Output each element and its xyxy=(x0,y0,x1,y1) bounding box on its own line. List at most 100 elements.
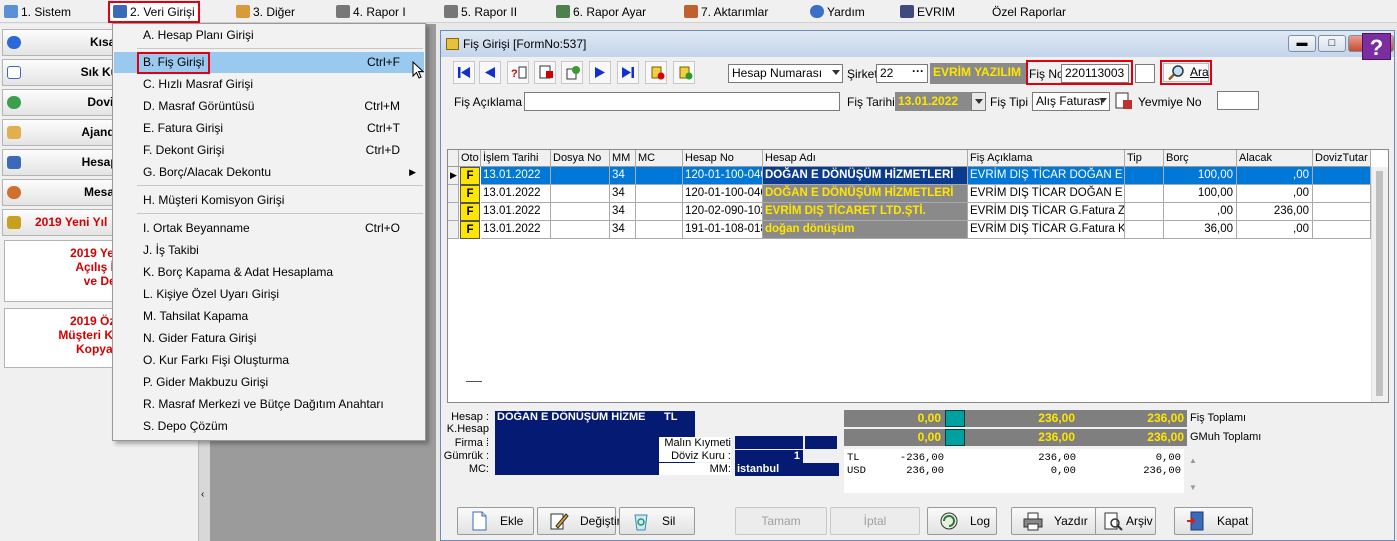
cell-hesap-adi[interactable]: DOĞAN E DÖNÜŞÜM HİZMETLERİ xyxy=(763,167,968,185)
cell-fis-aciklama[interactable]: EVRİM DIŞ TİCAR G.Fatura ZLF xyxy=(968,203,1125,221)
cell-tip[interactable] xyxy=(1125,167,1164,185)
table-row[interactable]: F 13.01.2022 34 120-01-100-040 DOĞAN E D… xyxy=(448,185,1371,203)
menu-item-gider-fatura[interactable]: N. Gider Fatura Girişi xyxy=(114,328,424,349)
fis-tipi-select[interactable]: Alış Faturası xyxy=(1032,92,1110,111)
cell-islem-tarihi[interactable]: 13.01.2022 xyxy=(481,167,551,185)
menu-rapor-2[interactable]: 5. Rapor II xyxy=(444,3,517,21)
menu-item-gider-makbuzu[interactable]: P. Gider Makbuzu Girişi xyxy=(114,372,424,393)
cell-hesap-no[interactable]: 120-02-090-102 xyxy=(683,203,763,221)
col-header-mc[interactable]: MC xyxy=(636,150,683,167)
menu-aktarimlar[interactable]: 7. Aktarımlar xyxy=(684,3,768,21)
search-field-select[interactable]: Hesap Numarası xyxy=(728,64,843,83)
menu-rapor-1[interactable]: 4. Rapor I xyxy=(336,3,406,21)
cell-dosya-no[interactable] xyxy=(551,185,610,203)
next-record-button[interactable] xyxy=(589,61,611,84)
add-line-button[interactable] xyxy=(673,61,695,84)
previous-record-button[interactable] xyxy=(479,61,501,84)
menu-item-borc-kapama[interactable]: K. Borç Kapama & Adat Hesaplama xyxy=(114,262,424,283)
menu-item-masraf-merkezi[interactable]: R. Masraf Merkezi ve Bütçe Dağıtım Anaht… xyxy=(114,394,424,415)
menu-item-kisiye-ozel-uyari[interactable]: L. Kişiye Özel Uyarı Girişi xyxy=(114,284,424,305)
cell-alacak[interactable]: ,00 xyxy=(1237,221,1313,239)
menu-sistem[interactable]: 1. Sistem xyxy=(4,3,71,21)
menu-evrim[interactable]: EVRIM xyxy=(900,3,955,21)
cell-hesap-no[interactable]: 120-01-100-040 xyxy=(683,185,763,203)
menu-yardim[interactable]: Yardım xyxy=(810,3,865,21)
cell-islem-tarihi[interactable]: 13.01.2022 xyxy=(481,185,551,203)
menu-item-borc-alacak-dekontu[interactable]: G. Borç/Alacak Dekontu ▶ xyxy=(114,162,424,183)
table-row[interactable]: F 13.01.2022 34 120-02-090-102 EVRİM DIŞ… xyxy=(448,203,1371,221)
col-header-borc[interactable]: Borç xyxy=(1164,150,1237,167)
cell-doviz-tutar[interactable] xyxy=(1313,221,1371,239)
cell-hesap-adi[interactable]: doğan dönüşüm xyxy=(763,221,968,239)
menu-item-tahsilat-kapama[interactable]: M. Tahsilat Kapama xyxy=(114,306,424,327)
log-button[interactable]: Log xyxy=(927,507,997,535)
col-header-mm[interactable]: MM xyxy=(610,150,636,167)
col-header-dosya-no[interactable]: Dosya No xyxy=(551,150,610,167)
cell-doviz-tutar[interactable] xyxy=(1313,167,1371,185)
cell-fis-aciklama[interactable]: EVRİM DIŞ TİCAR DOĞAN E D xyxy=(968,185,1125,203)
cell-doviz-tutar[interactable] xyxy=(1313,203,1371,221)
menu-ozel-raporlar[interactable]: Özel Raporlar xyxy=(992,3,1066,21)
cell-mc[interactable] xyxy=(636,167,683,185)
cell-dosya-no[interactable] xyxy=(551,203,610,221)
menu-rapor-ayar[interactable]: 6. Rapor Ayar xyxy=(556,3,646,21)
collapse-arrow-icon[interactable]: ‹ xyxy=(201,489,204,500)
col-header-fis-aciklama[interactable]: Fiş Açıklama xyxy=(968,150,1125,167)
cell-dosya-no[interactable] xyxy=(551,167,610,185)
menu-veri-girisi[interactable]: 2. Veri Girişi xyxy=(108,1,200,23)
menu-item-ortak-beyanname[interactable]: I. Ortak Beyanname Ctrl+O xyxy=(114,218,424,239)
yazdir-button[interactable]: Yazdır xyxy=(1011,507,1097,535)
fisno-extra-input[interactable] xyxy=(1135,64,1155,83)
aciklama-input[interactable] xyxy=(524,92,840,111)
cell-mm[interactable]: 34 xyxy=(610,185,636,203)
table-row[interactable]: ▶ F 13.01.2022 34 120-01-100-040 DOĞAN E… xyxy=(448,167,1371,185)
cell-hesap-no[interactable]: 191-01-108-018 xyxy=(683,221,763,239)
cell-fis-aciklama[interactable]: EVRİM DIŞ TİCAR DOĞAN E D xyxy=(968,167,1125,185)
col-header-tip[interactable]: Tip xyxy=(1125,150,1164,167)
cell-tip[interactable] xyxy=(1125,221,1164,239)
scroll-down-icon[interactable]: ▼ xyxy=(1189,483,1197,492)
cell-hesap-adi[interactable]: DOĞAN E DÖNÜŞÜM HİZMETLERİ xyxy=(763,185,968,203)
cell-mc[interactable] xyxy=(636,185,683,203)
col-header-islem-tarihi[interactable]: İşlem Tarihi xyxy=(481,150,551,167)
fisno-input[interactable]: 220113003 xyxy=(1061,64,1129,83)
calculator-icon[interactable] xyxy=(945,429,965,446)
kapat-button[interactable]: Kapat xyxy=(1174,507,1253,535)
cell-fis-aciklama[interactable]: EVRİM DIŞ TİCAR G.Fatura KD' xyxy=(968,221,1125,239)
col-header-alacak[interactable]: Alacak xyxy=(1237,150,1313,167)
cell-borc[interactable]: ,00 xyxy=(1164,203,1237,221)
col-header-hesap-no[interactable]: Hesap No xyxy=(683,150,763,167)
menu-item-fatura-girisi[interactable]: E. Fatura Girişi Ctrl+T xyxy=(114,118,424,139)
scrollbar-thumb[interactable] xyxy=(1376,171,1383,396)
first-record-button[interactable] xyxy=(453,61,475,84)
menu-item-depo-cozum[interactable]: S. Depo Çözüm xyxy=(114,416,424,437)
cell-borc[interactable]: 100,00 xyxy=(1164,167,1237,185)
menu-item-masraf-goruntusu[interactable]: D. Masraf Görüntüsü Ctrl+M xyxy=(114,96,424,117)
print-preview-button[interactable] xyxy=(534,61,556,84)
cell-hesap-adi[interactable]: EVRİM DIŞ TİCARET LTD.ŞTİ. xyxy=(763,203,968,221)
tarih-input[interactable]: 13.01.2022 xyxy=(895,92,971,111)
degistir-button[interactable]: Değiştir xyxy=(537,507,621,535)
cell-mm[interactable]: 34 xyxy=(610,167,636,185)
grid-vertical-scrollbar[interactable] xyxy=(1371,167,1388,402)
col-header-doviz-tutar[interactable]: DovizTutar xyxy=(1313,150,1371,167)
cell-hesap-no[interactable]: 120-01-100-040 xyxy=(683,167,763,185)
ara-button[interactable]: Ara xyxy=(1163,63,1209,82)
maximize-button[interactable]: □ xyxy=(1318,35,1346,52)
cell-mm[interactable]: 34 xyxy=(610,203,636,221)
cell-alacak[interactable]: ,00 xyxy=(1237,185,1313,203)
cell-islem-tarihi[interactable]: 13.01.2022 xyxy=(481,221,551,239)
iptal-button[interactable]: İptal xyxy=(830,507,920,535)
table-row[interactable]: F 13.01.2022 34 191-01-108-018 doğan dön… xyxy=(448,221,1371,239)
calculator-icon[interactable] xyxy=(945,410,965,427)
delete-line-button[interactable] xyxy=(645,61,667,84)
minimize-button[interactable]: ▬ xyxy=(1288,35,1316,52)
ekle-button[interactable]: Ekle xyxy=(457,507,534,535)
menu-diger[interactable]: 3. Diğer xyxy=(236,3,295,21)
cell-mc[interactable] xyxy=(636,203,683,221)
ellipsis-icon[interactable]: ··· xyxy=(912,65,924,80)
cell-mc[interactable] xyxy=(636,221,683,239)
arsiv-button[interactable]: Arşiv xyxy=(1095,507,1156,535)
date-dropdown-button[interactable] xyxy=(971,92,986,111)
query-button[interactable]: ? xyxy=(507,61,529,84)
